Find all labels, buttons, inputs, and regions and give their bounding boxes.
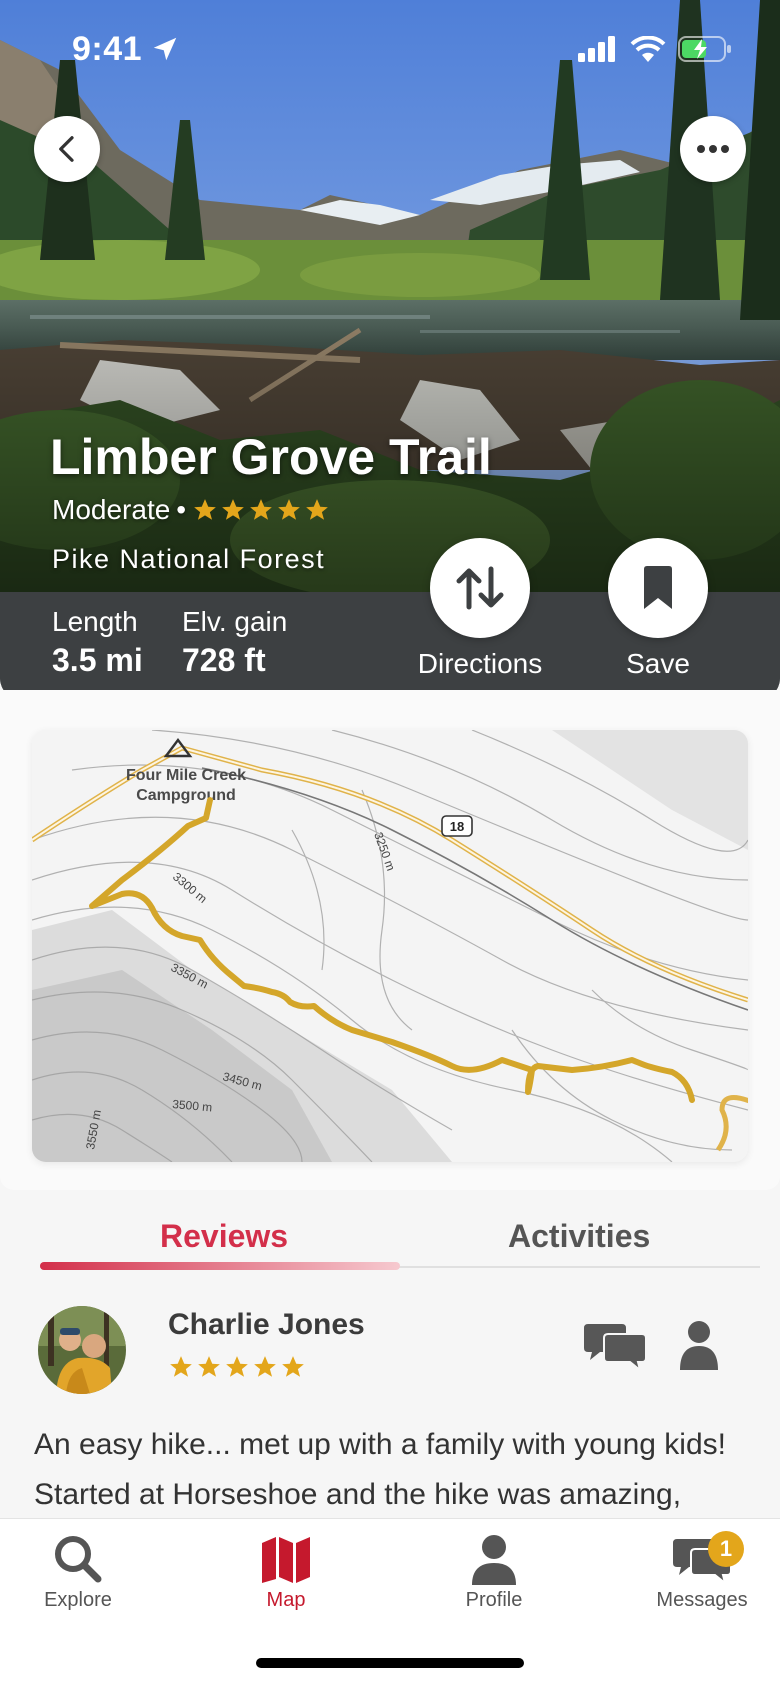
back-button[interactable] — [34, 116, 100, 182]
trail-rating-stars — [192, 497, 330, 523]
nav-messages-label: Messages — [656, 1589, 748, 1611]
nav-explore-label: Explore — [44, 1589, 112, 1611]
review-header: Charlie Jones — [38, 1306, 744, 1396]
directions-label: Directions — [417, 648, 543, 679]
swap-arrows-icon — [456, 566, 504, 610]
difficulty-separator: • — [176, 494, 187, 525]
status-bar: 9:41 — [0, 0, 780, 100]
nav-messages[interactable]: 1 Messages — [622, 1531, 780, 1612]
star-icon — [282, 1356, 304, 1377]
campground-label-line2: Campground — [136, 787, 236, 804]
directions-circle[interactable] — [430, 538, 530, 638]
review-text: An easy hike... met up with a family wit… — [34, 1420, 754, 1520]
length-stat: Length 3.5 mi — [52, 606, 143, 679]
reviewer-name[interactable]: Charlie Jones — [168, 1308, 365, 1342]
save-button[interactable]: Save — [588, 538, 728, 680]
signal-icon — [578, 36, 618, 67]
active-tab-indicator — [40, 1262, 400, 1270]
directions-button[interactable]: Directions — [410, 538, 550, 680]
topo-map[interactable]: 18 Four Mile Creek Campground 3300 m 325… — [32, 730, 748, 1162]
campground-label-line1: Four Mile Creek — [126, 767, 246, 784]
search-icon — [55, 1536, 102, 1583]
star-icon — [198, 1356, 220, 1377]
review-rating-stars — [168, 1354, 306, 1380]
location-arrow-icon — [150, 34, 180, 69]
difficulty-row: Moderate • — [52, 494, 330, 526]
difficulty-label: Moderate — [52, 494, 171, 525]
star-icon — [170, 1356, 192, 1377]
star-icon — [278, 499, 300, 520]
road-number: 18 — [450, 819, 464, 834]
map-icon — [262, 1537, 310, 1583]
star-icon — [194, 499, 216, 520]
ellipsis-icon — [697, 145, 729, 153]
tab-activities[interactable]: Activities — [508, 1218, 650, 1255]
chevron-left-icon — [59, 136, 74, 162]
person-icon[interactable] — [680, 1320, 718, 1375]
elevation-stat: Elv. gain 728 ft — [182, 606, 287, 679]
nav-map[interactable]: Map — [206, 1533, 366, 1612]
trail-hero: 9:41 Limber Grove Trail Moderate • Pike … — [0, 0, 780, 700]
reviewer-avatar-image — [38, 1306, 126, 1394]
chat-bubbles-icon[interactable] — [584, 1322, 647, 1375]
review-text-line: An easy hike... met up with a family wit… — [34, 1428, 726, 1461]
battery-icon — [678, 36, 732, 67]
save-label: Save — [626, 648, 690, 679]
trail-map[interactable]: 18 Four Mile Creek Campground 3300 m 325… — [32, 730, 748, 1162]
elevation-label: Elv. gain — [182, 606, 288, 637]
trail-title: Limber Grove Trail — [50, 429, 492, 485]
star-icon — [306, 499, 328, 520]
star-icon — [254, 1356, 276, 1377]
star-icon — [226, 1356, 248, 1377]
more-options-button[interactable] — [680, 116, 746, 182]
nav-explore[interactable]: Explore — [0, 1533, 158, 1612]
avatar[interactable] — [38, 1306, 126, 1394]
star-icon — [222, 499, 244, 520]
nav-map-label: Map — [266, 1589, 306, 1611]
length-value: 3.5 mi — [52, 642, 143, 678]
profile-icon — [472, 1535, 516, 1585]
messages-badge: 1 — [708, 1531, 744, 1567]
status-time: 9:41 — [72, 30, 143, 68]
star-icon — [250, 499, 272, 520]
detail-tabs: Reviews Activities — [40, 1218, 760, 1274]
review-text-line: Started at Horseshoe and the hike was am… — [34, 1478, 682, 1511]
length-label: Length — [52, 606, 138, 637]
forest-name: Pike National Forest — [52, 544, 326, 574]
nav-profile-label: Profile — [465, 1589, 523, 1611]
elevation-value: 728 ft — [182, 642, 266, 678]
home-indicator[interactable] — [256, 1658, 524, 1668]
save-circle[interactable] — [608, 538, 708, 638]
bookmark-icon — [644, 566, 672, 609]
nav-profile[interactable]: Profile — [414, 1533, 574, 1612]
wifi-icon — [630, 35, 666, 67]
tab-reviews[interactable]: Reviews — [160, 1218, 288, 1255]
